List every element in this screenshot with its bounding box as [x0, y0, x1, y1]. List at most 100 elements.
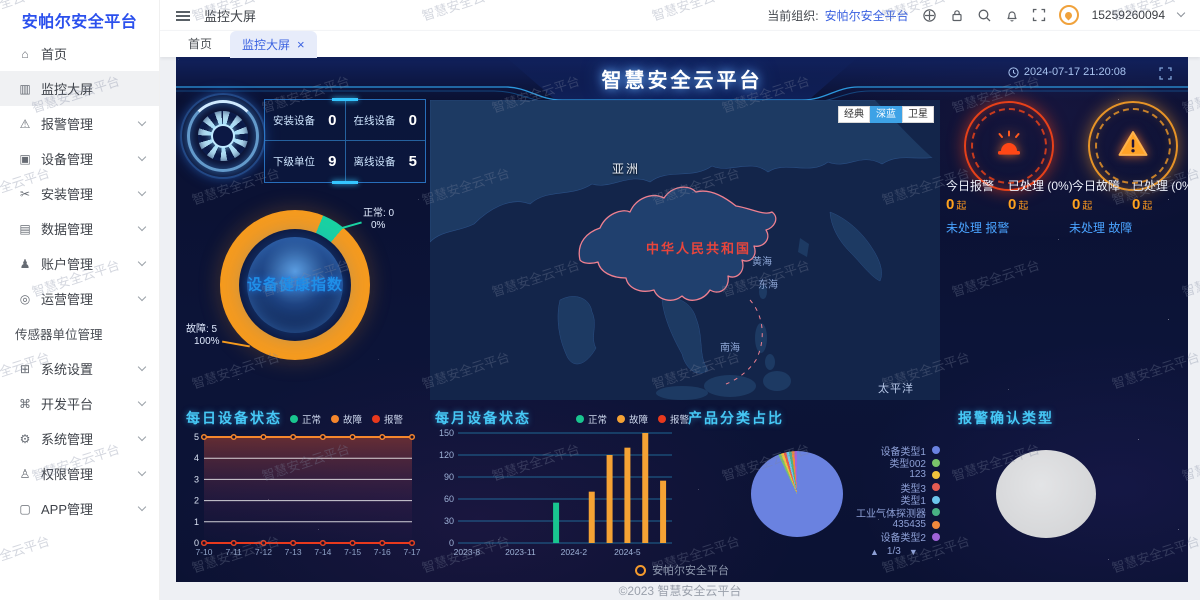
sidebar-item[interactable]: ▤数据管理 — [0, 211, 159, 246]
page-up-icon[interactable]: ▲ — [870, 547, 879, 557]
sidebar-item[interactable]: ✂安装管理 — [0, 176, 159, 211]
chevron-down-icon — [138, 118, 146, 126]
dev-icon: ⌘ — [16, 397, 34, 411]
unprocessed-fault-link[interactable]: 未处理 故障 — [1069, 219, 1132, 236]
svg-text:4: 4 — [194, 453, 199, 463]
sidebar-item[interactable]: ⚙系统管理 — [0, 421, 159, 456]
screen-fullscreen-icon[interactable] — [1159, 67, 1172, 85]
svg-text:7-17: 7-17 — [403, 547, 420, 557]
sidebar-item[interactable]: ▢APP管理 — [0, 491, 159, 526]
sidebar-item[interactable]: ⊞系统设置 — [0, 351, 159, 386]
monthly-status-bar-chart: 03060901201502023-82023-112024-22024-5 — [434, 423, 678, 559]
clock-icon — [1008, 67, 1019, 78]
legend-dot-icon — [932, 496, 940, 504]
map-mode-button[interactable]: 深蓝 — [870, 106, 902, 123]
chevron-down-icon — [138, 223, 146, 231]
sidebar-item[interactable]: ▥监控大屏 — [0, 71, 159, 106]
legend-dot-icon — [932, 508, 940, 516]
user-phone[interactable]: 15259260094 — [1092, 8, 1165, 22]
sidebar-item[interactable]: ♙ 权限管理 — [0, 456, 159, 491]
chevron-down-icon[interactable] — [1177, 9, 1185, 17]
sidebar-item-label: 监控大屏 — [41, 79, 93, 98]
sidebar-item-label: 账户管理 — [41, 254, 93, 273]
sidebar-item[interactable]: ⚠ 报警管理 — [0, 106, 159, 141]
page-down-icon[interactable]: ▼ — [909, 547, 918, 557]
legend-dot-icon — [932, 459, 940, 467]
org-name-link[interactable]: 安帕尔安全平台 — [825, 7, 909, 24]
svg-text:1: 1 — [194, 517, 199, 527]
sidebar-item[interactable]: ⌂首页 — [0, 36, 159, 71]
lock-icon[interactable] — [950, 8, 964, 23]
today-fault-title: 今日故障 — [1072, 177, 1120, 194]
search-icon[interactable] — [977, 8, 992, 23]
main-content: 智慧安全云平台 2024-07-17 21:20:08 安装设备0在线设备0下级… — [160, 57, 1200, 600]
tab-close-icon[interactable]: × — [297, 38, 305, 51]
sidebar-item[interactable]: ◎运营管理 — [0, 281, 159, 316]
daily-status-line-chart: 0123457-107-117-127-137-147-157-167-17 — [184, 423, 422, 559]
permission-icon: ♙ — [16, 467, 34, 481]
sidebar-item[interactable]: ⌘开发平台 — [0, 386, 159, 421]
today-alarm-count: 0起 — [946, 196, 966, 213]
menu-collapse-icon[interactable] — [176, 10, 190, 20]
legend-dot-icon — [290, 415, 298, 423]
sidebar-item[interactable]: ▣设备管理 — [0, 141, 159, 176]
tab-home[interactable]: 首页 — [176, 31, 224, 58]
legend-dot-icon — [331, 415, 339, 423]
sidebar-item[interactable]: 传感器单位管理 — [0, 316, 159, 351]
chevron-down-icon — [138, 398, 146, 406]
globe-icon[interactable] — [922, 8, 937, 23]
datetime-text: 2024-07-17 21:20:08 — [1024, 66, 1126, 78]
device-stats-panel: 安装设备0在线设备0下级单位9离线设备5 — [264, 99, 426, 183]
pie-legend-item[interactable]: 工业气体探测器 — [806, 506, 940, 518]
unprocessed-alarm-link[interactable]: 未处理 报警 — [946, 219, 1009, 236]
tab-monitor-screen[interactable]: 监控大屏 × — [230, 31, 317, 58]
map-label-country: 中华人民共和国 — [646, 238, 751, 257]
siren-icon — [991, 129, 1027, 164]
svg-text:2024-2: 2024-2 — [561, 547, 588, 557]
today-fault-count: 0起 — [1072, 196, 1092, 213]
device-icon: ▣ — [16, 152, 34, 166]
svg-text:5: 5 — [194, 432, 199, 442]
svg-text:2: 2 — [194, 496, 199, 506]
legend-dot-icon — [932, 533, 940, 541]
svg-text:7-11: 7-11 — [226, 547, 243, 557]
sidebar-item[interactable]: ♟账户管理 — [0, 246, 159, 281]
chevron-down-icon — [138, 188, 146, 196]
alarm-processed-label: 已处理 (0%) — [1008, 177, 1073, 194]
pie-legend-item[interactable]: 设备类型2 — [806, 531, 940, 543]
fullscreen-icon[interactable] — [1032, 8, 1046, 22]
svg-text:7-16: 7-16 — [374, 547, 391, 557]
app-root: 安帕尔安全平台 ⌂首页▥监控大屏 ⚠ 报警管理 ▣设备管理✂安装管理▤数据管理♟账户管… — [0, 0, 1200, 600]
chevron-down-icon — [138, 503, 146, 511]
operation-icon: ◎ — [16, 292, 34, 306]
legend-dot-icon — [658, 415, 666, 423]
sidebar-item-label: 系统管理 — [41, 429, 93, 448]
stat-cell: 离线设备5 — [346, 141, 426, 182]
alarm-icon: ⚠ — [16, 117, 34, 131]
pie-legend-item[interactable]: 类型002 — [806, 456, 940, 468]
legend-dot-icon — [932, 471, 940, 479]
health-donut-title: 设备健康指数 — [220, 273, 370, 294]
sidebar-item-label: 报警管理 — [41, 114, 93, 133]
today-alarm-title: 今日报警 — [946, 177, 994, 194]
svg-text:90: 90 — [444, 472, 454, 482]
sidebar-nav: ⌂首页▥监控大屏 ⚠ 报警管理 ▣设备管理✂安装管理▤数据管理♟账户管理◎运营管理传感… — [0, 36, 159, 526]
map-label-south-sea: 南海 — [720, 339, 740, 354]
brand-icon — [635, 565, 646, 576]
install-icon: ✂ — [16, 187, 34, 201]
asia-map[interactable]: 亚洲 中华人民共和国 黄海 东海 南海 太平洋 经典深蓝卫星 — [430, 100, 940, 400]
page-footer-copyright: ©2023 智慧安全云平台 — [160, 582, 1200, 599]
svg-text:7-10: 7-10 — [195, 547, 212, 557]
map-mode-button[interactable]: 经典 — [838, 106, 870, 123]
map-mode-button[interactable]: 卫星 — [902, 106, 934, 123]
sidebar-item-label: 权限管理 — [41, 464, 93, 483]
screen-datetime: 2024-07-17 21:20:08 — [1008, 66, 1126, 78]
org-label: 当前组织: — [767, 7, 818, 24]
user-avatar[interactable] — [1059, 5, 1079, 25]
chevron-down-icon — [138, 293, 146, 301]
health-callout-fault: 故障: 5 100% — [186, 324, 220, 348]
svg-text:2024-5: 2024-5 — [614, 547, 641, 557]
topbar: 监控大屏 当前组织: 安帕尔安全平台 15259260094 — [160, 0, 1200, 30]
chevron-down-icon — [138, 433, 146, 441]
bell-icon[interactable] — [1005, 8, 1019, 23]
